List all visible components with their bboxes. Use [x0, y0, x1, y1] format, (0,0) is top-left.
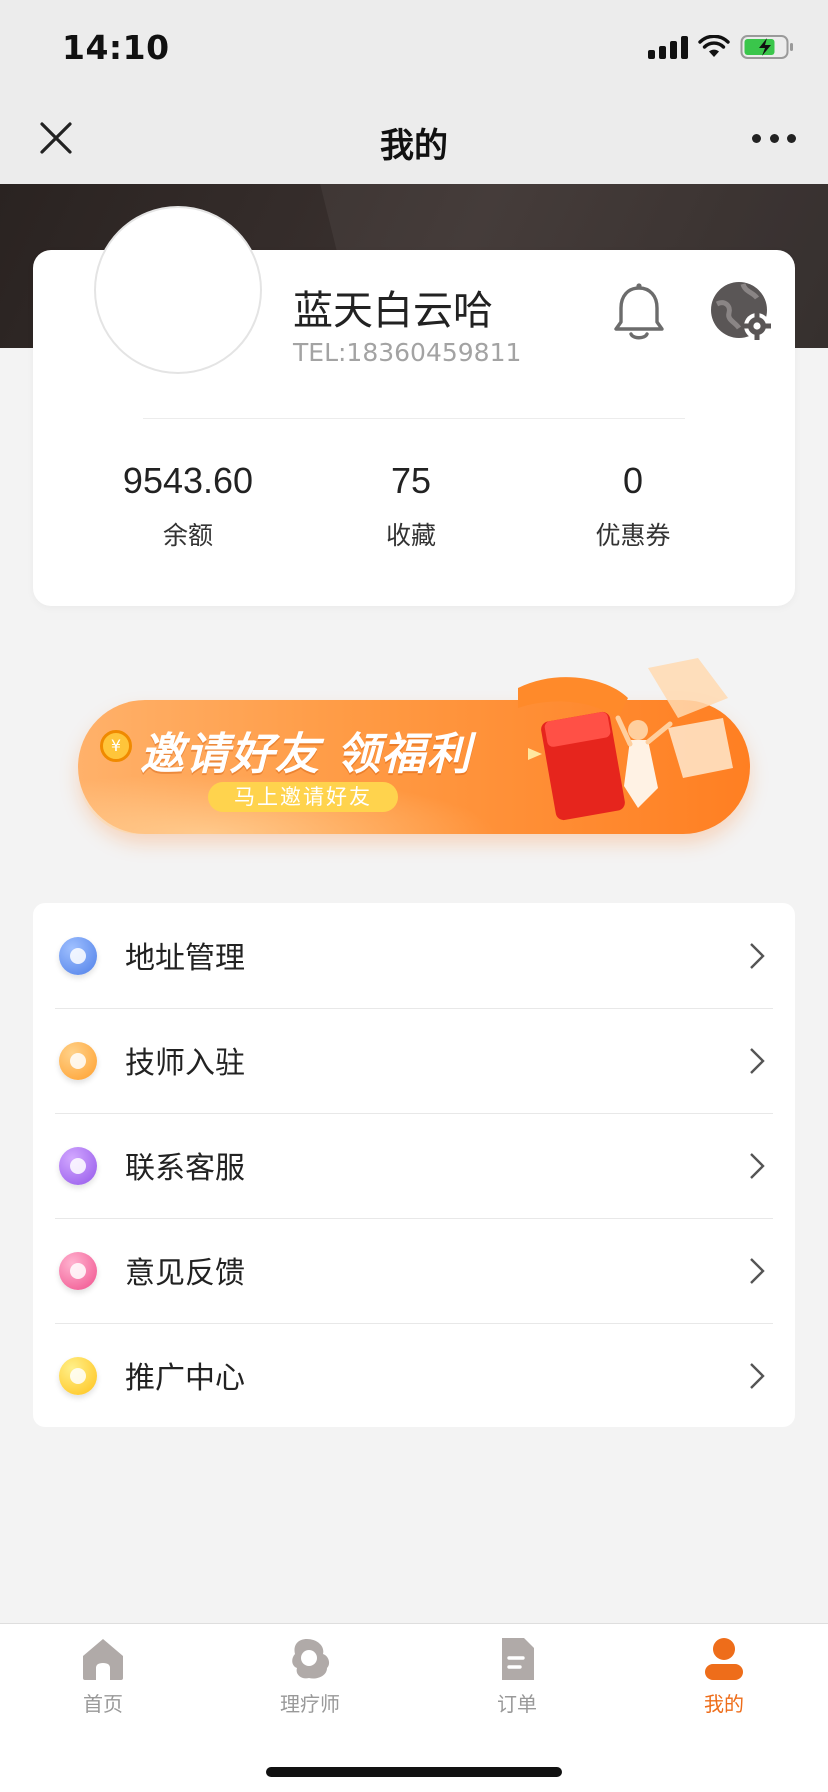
cellular-signal-icon	[648, 35, 688, 59]
home-icon	[83, 1639, 123, 1680]
invite-button[interactable]: 马上邀请好友	[208, 782, 398, 812]
menu-item-promotion[interactable]: 推广中心	[33, 1323, 795, 1428]
chevron-right-icon	[750, 943, 765, 969]
menu-item-label: 意见反馈	[125, 1256, 245, 1291]
tab-label: 首页	[83, 1692, 123, 1716]
settings-icon[interactable]	[709, 280, 773, 344]
chevron-right-icon	[750, 1048, 765, 1074]
bell-icon[interactable]	[611, 282, 667, 344]
home-indicator	[266, 1767, 562, 1777]
technician-icon	[59, 1042, 97, 1080]
profile-icon	[705, 1638, 743, 1680]
tab-therapist[interactable]: 理疗师	[230, 1636, 390, 1717]
menu-item-address[interactable]: 地址管理	[33, 903, 795, 1008]
user-name: 蓝天白云哈	[293, 288, 493, 334]
page-title: 我的	[380, 126, 448, 166]
coupons-label: 优惠券	[595, 521, 671, 550]
avatar[interactable]	[94, 206, 262, 374]
coupons-value: 0	[622, 460, 644, 501]
stat-coupons[interactable]: 0 优惠券	[523, 460, 743, 552]
tab-home[interactable]: 首页	[23, 1636, 183, 1717]
menu-card: 地址管理 技师入驻 联系客服 意见反馈 推广中心	[33, 903, 795, 1427]
status-icons	[648, 34, 794, 60]
menu-item-label: 技师入驻	[125, 1046, 245, 1081]
order-icon	[502, 1638, 534, 1680]
battery-icon	[740, 35, 793, 59]
favorites-label: 收藏	[385, 521, 436, 550]
status-bar: 14:10	[0, 0, 828, 92]
feedback-icon	[59, 1252, 97, 1290]
coin-icon: ¥	[100, 730, 132, 762]
menu-item-customer-service[interactable]: 联系客服	[33, 1113, 795, 1218]
menu-item-label: 推广中心	[125, 1361, 245, 1396]
stat-balance[interactable]: 9543.60 余额	[78, 460, 298, 552]
more-icon[interactable]	[752, 128, 796, 148]
location-icon	[59, 937, 97, 975]
gift-icon	[59, 1357, 97, 1395]
tab-label: 我的	[704, 1692, 744, 1716]
user-phone: TEL:18360459811	[293, 338, 522, 367]
chevron-right-icon	[750, 1363, 765, 1389]
menu-item-label: 联系客服	[125, 1151, 245, 1186]
chevron-right-icon	[750, 1258, 765, 1284]
tab-label: 订单	[497, 1692, 537, 1716]
tab-orders[interactable]: 订单	[437, 1636, 597, 1717]
tab-mine[interactable]: 我的	[644, 1636, 804, 1717]
customer-service-icon	[59, 1147, 97, 1185]
invite-banner[interactable]: ¥ 邀请好友 领福利 马上邀请好友	[78, 658, 750, 834]
nav-bar: 我的	[0, 92, 828, 184]
menu-item-label: 地址管理	[125, 941, 245, 976]
banner-title: 邀请好友 领福利	[140, 729, 472, 780]
balance-value: 9543.60	[122, 460, 254, 501]
balance-label: 余额	[162, 521, 213, 550]
wifi-icon	[698, 35, 730, 57]
therapist-icon	[292, 1639, 330, 1679]
tab-label: 理疗师	[280, 1692, 340, 1716]
favorites-value: 75	[390, 460, 432, 501]
stat-favorites[interactable]: 75 收藏	[301, 460, 521, 552]
chevron-right-icon	[750, 1153, 765, 1179]
status-time: 14:10	[62, 28, 170, 67]
menu-item-feedback[interactable]: 意见反馈	[33, 1218, 795, 1323]
card-divider	[143, 418, 685, 419]
menu-item-technician[interactable]: 技师入驻	[33, 1008, 795, 1113]
red-envelope-illustration	[518, 658, 733, 821]
